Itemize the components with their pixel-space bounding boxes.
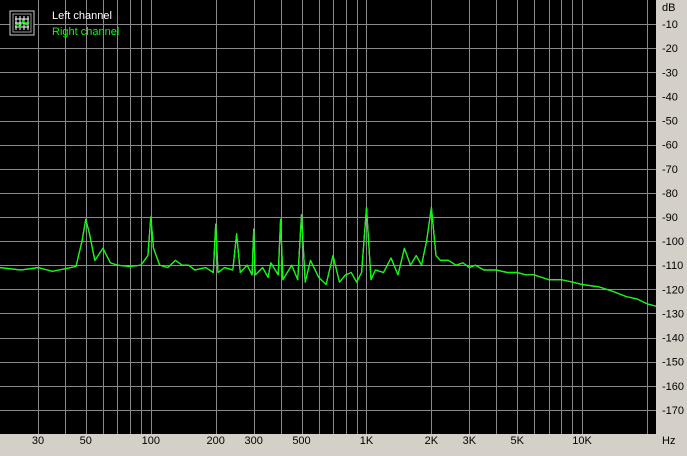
y-tick-label: -50 (662, 116, 678, 128)
y-tick-label: -170 (662, 405, 684, 417)
legend-entry-right-channel: Right channel (52, 26, 119, 38)
x-tick-label: 50 (80, 435, 92, 447)
x-tick-label: 10K (572, 435, 592, 447)
x-tick-label: 300 (245, 435, 263, 447)
x-tick-label: 500 (292, 435, 310, 447)
x-tick-label: 5K (510, 435, 524, 447)
spectrum-chart: -10 -20 -30 -40 -50 -60 -70 -80 -90 -100 -110 -120 -… (0, 0, 684, 447)
y-axis-tick-labels: -10 -20 -30 -40 -50 -60 -70 -80 -90 -100 -110 -120 -… (662, 19, 684, 417)
legend-button[interactable] (9, 10, 35, 36)
y-tick-label: -160 (662, 381, 684, 393)
y-tick-label: -150 (662, 357, 684, 369)
y-tick-label: -100 (662, 236, 684, 248)
y-tick-label: -130 (662, 308, 684, 320)
x-tick-label: 200 (207, 435, 225, 447)
y-tick-label: -90 (662, 212, 678, 224)
spectrum-analyzer-view: -10 -20 -30 -40 -50 -60 -70 -80 -90 -100 -110 -120 -… (0, 0, 687, 451)
y-tick-label: -10 (662, 19, 678, 31)
y-tick-label: -20 (662, 43, 678, 55)
x-axis-tick-labels: 30 50 100 200 300 500 1K 2K 3K 5K 10K (32, 435, 593, 447)
x-axis-unit-label: Hz (662, 435, 675, 447)
legend-entry-left-channel: Left channel (52, 10, 112, 22)
y-tick-label: -110 (662, 260, 683, 272)
y-tick-label: -80 (662, 188, 678, 200)
x-tick-label: 3K (463, 435, 477, 447)
x-tick-label: 1K (360, 435, 374, 447)
y-tick-label: -60 (662, 140, 678, 152)
y-tick-label: -140 (662, 333, 684, 345)
x-tick-label: 100 (142, 435, 160, 447)
x-tick-label: 30 (32, 435, 44, 447)
y-tick-label: -40 (662, 91, 678, 103)
y-tick-label: -30 (662, 67, 678, 79)
x-tick-label: 2K (425, 435, 439, 447)
y-tick-label: -120 (662, 284, 684, 296)
y-axis-unit-label: dB (662, 2, 675, 14)
y-tick-label: -70 (662, 164, 678, 176)
